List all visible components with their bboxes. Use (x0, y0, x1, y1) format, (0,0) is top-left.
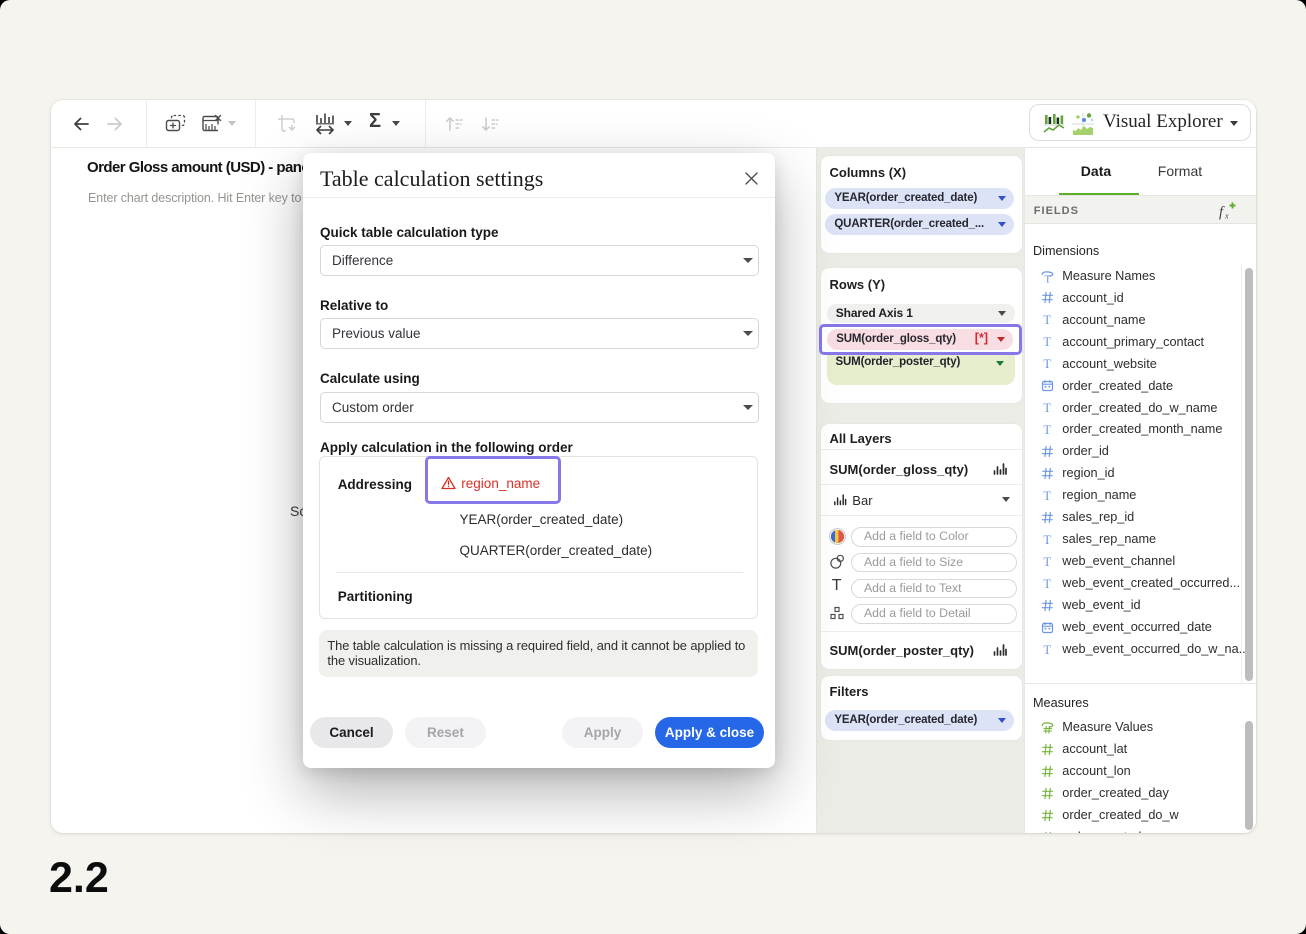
svg-text:T: T (1043, 533, 1051, 546)
svg-text:T: T (1043, 314, 1051, 327)
svg-text:T: T (1043, 643, 1051, 656)
svg-text:x: x (1224, 211, 1229, 220)
svg-text:T: T (1043, 401, 1051, 414)
svg-text:T: T (1043, 489, 1051, 502)
svg-text:T: T (1043, 423, 1051, 436)
svg-text:T: T (1044, 273, 1051, 282)
svg-text:T: T (1043, 336, 1051, 349)
svg-text:T: T (1043, 577, 1051, 590)
svg-text:T: T (1043, 357, 1051, 370)
svg-text:T: T (1043, 555, 1051, 568)
